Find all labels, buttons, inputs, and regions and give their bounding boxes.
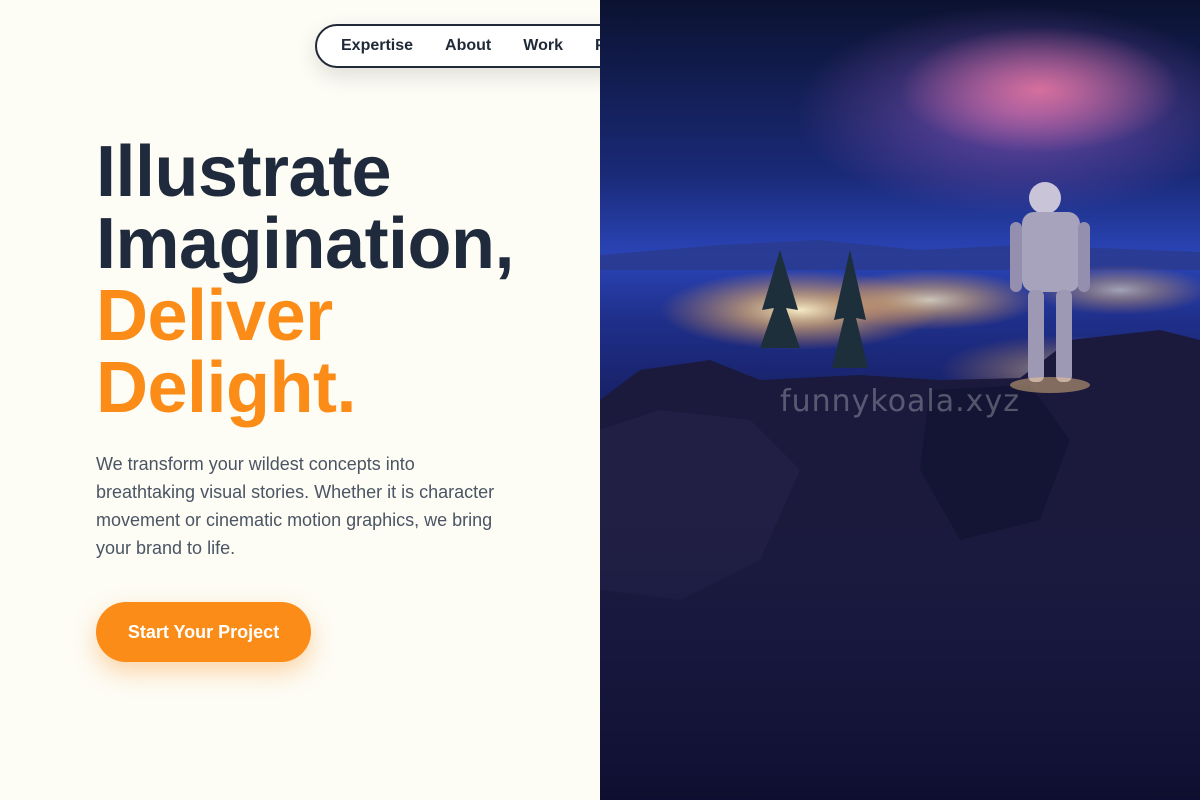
watermark-text: funnykoala.xyz: [780, 384, 1020, 419]
page: funnykoala.xyz Expertise About Work P .h…: [0, 0, 1200, 800]
headline-accent-line-2: Delight.: [96, 348, 357, 428]
headline-line-1: Illustrate: [96, 132, 392, 212]
headline-accent-line-1: Deliver: [96, 276, 333, 356]
main-nav: Expertise About Work P: [315, 24, 635, 68]
start-project-button[interactable]: Start Your Project: [96, 602, 311, 662]
nav-item-about[interactable]: About: [445, 37, 491, 55]
hero-image: funnykoala.xyz: [600, 0, 1200, 800]
nav-item-work[interactable]: Work: [523, 37, 563, 55]
hero-headline: Illustrate Imagination, Deliver Delight.: [96, 132, 515, 428]
headline-line-2: Imagination,: [96, 204, 515, 284]
nav-item-expertise[interactable]: Expertise: [341, 37, 413, 55]
hero-description: We transform your wildest concepts into …: [96, 454, 495, 558]
